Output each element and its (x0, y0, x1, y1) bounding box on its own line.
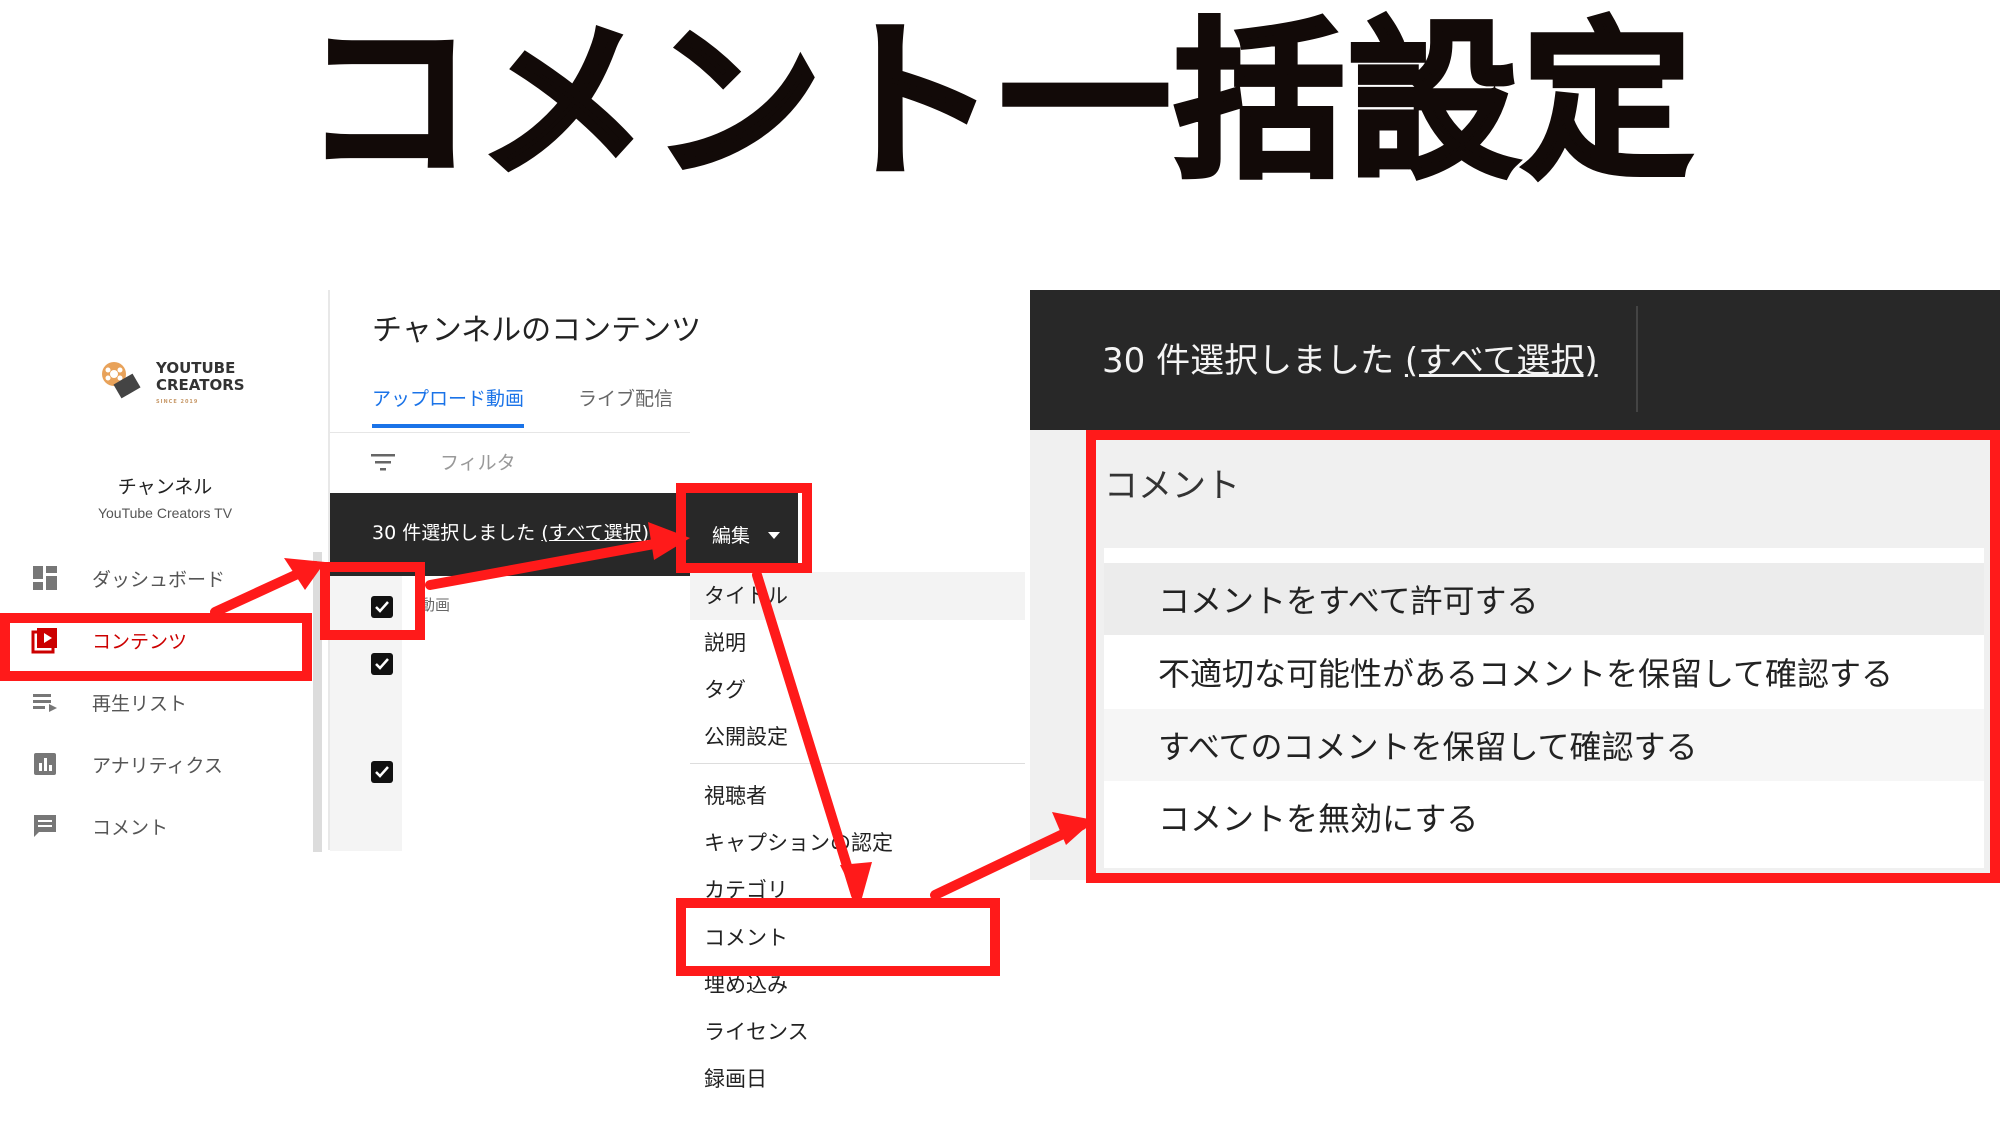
arrow-head (648, 522, 690, 560)
annotation-arrows (210, 522, 1094, 905)
